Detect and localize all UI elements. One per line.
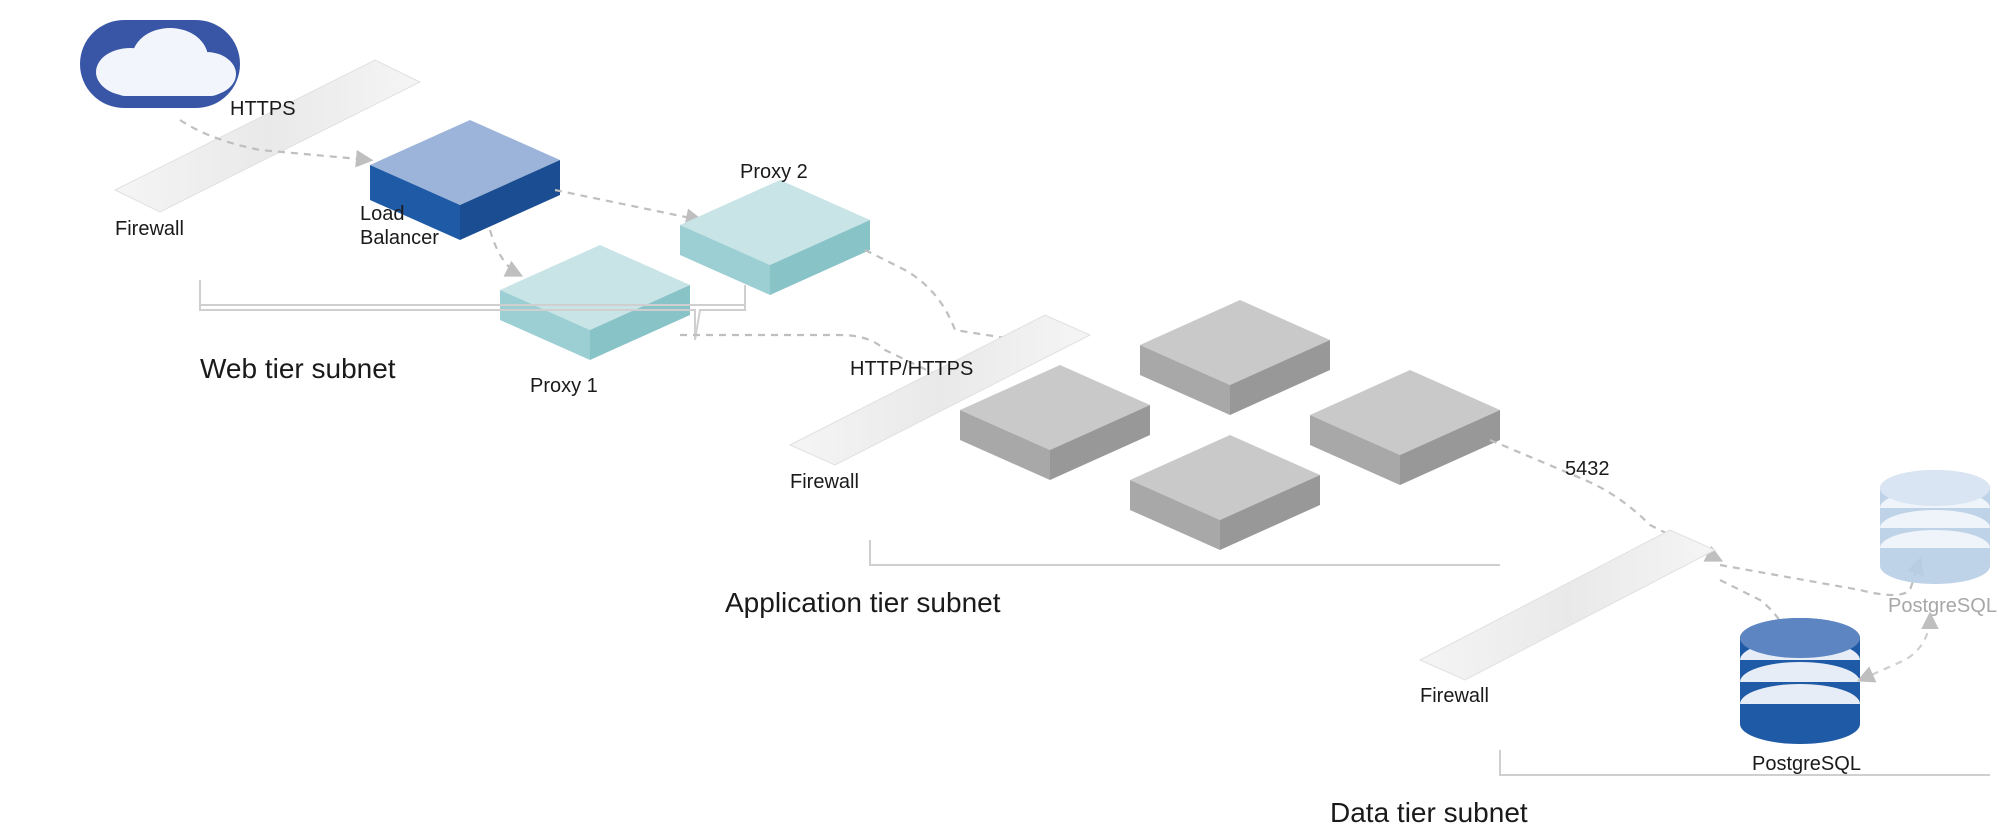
postgres-primary: PostgreSQL — [1740, 618, 1861, 775]
load-balancer: Load Balancer — [360, 120, 560, 249]
app-server-2 — [1140, 300, 1330, 415]
app-server-3 — [1130, 435, 1320, 550]
app-server-4 — [1310, 370, 1500, 485]
protocol-http-https: HTTP/HTTPS — [850, 358, 973, 380]
web-tier-label: Web tier subnet — [200, 353, 396, 384]
firewall-app-label: Firewall — [790, 471, 859, 493]
lb-label2: Balancer — [360, 227, 439, 249]
app-tier-label: Application tier subnet — [725, 587, 1001, 618]
architecture-diagram: Firewall HTTPS Load Balancer Proxy 1 Pro… — [0, 0, 1999, 836]
proxy-2: Proxy 2 — [680, 161, 870, 295]
postgres2-label: PostgreSQL — [1888, 595, 1997, 617]
proxy-1: Proxy 1 — [500, 245, 690, 397]
proxy1-label: Proxy 1 — [530, 375, 598, 397]
protocol-port: 5432 — [1565, 458, 1610, 480]
postgres1-label: PostgreSQL — [1752, 753, 1861, 775]
protocol-https: HTTPS — [230, 98, 296, 120]
lb-label1: Load — [360, 203, 405, 225]
proxy2-label: Proxy 2 — [740, 161, 808, 183]
firewall-data: Firewall — [1420, 530, 1715, 707]
postgres-replica: PostgreSQL — [1880, 470, 1997, 617]
data-tier-label: Data tier subnet — [1330, 797, 1528, 828]
cloud-icon — [80, 20, 240, 108]
firewall-data-label: Firewall — [1420, 685, 1489, 707]
firewall-web-label: Firewall — [115, 218, 184, 240]
